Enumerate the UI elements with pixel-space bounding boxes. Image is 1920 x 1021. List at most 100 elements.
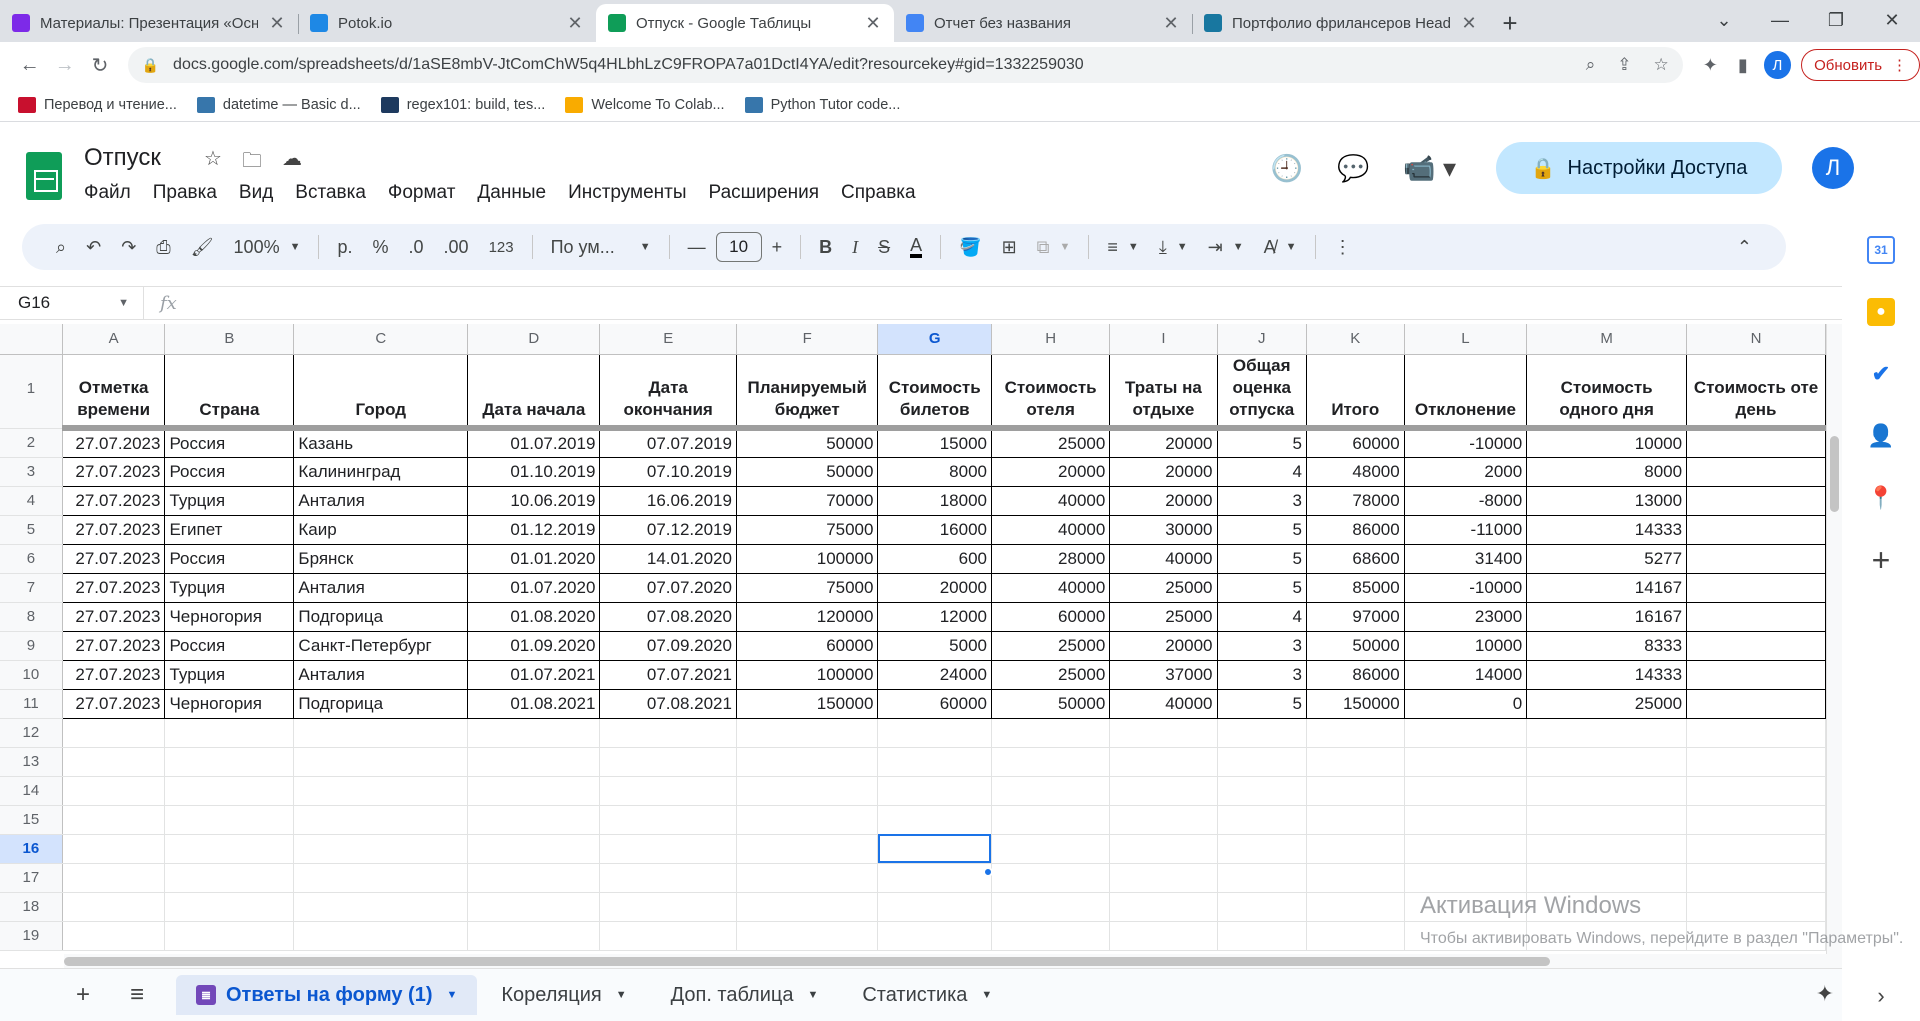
bold-icon[interactable]: B <box>809 231 842 263</box>
cell[interactable]: 16000 <box>877 515 992 545</box>
cell[interactable] <box>1217 747 1307 777</box>
font-select[interactable]: По ум... ▼ <box>541 231 661 263</box>
cell[interactable]: 01.10.2019 <box>467 457 601 487</box>
name-box[interactable]: G16 ▼ <box>0 286 144 320</box>
row-header[interactable]: 15 <box>0 805 63 835</box>
contacts-icon[interactable]: 👤 <box>1867 422 1895 450</box>
cell[interactable]: 60000 <box>991 602 1111 632</box>
explore-icon[interactable]: ✦ <box>1816 981 1834 1007</box>
cell[interactable]: 24000 <box>877 660 992 690</box>
cell[interactable] <box>62 834 166 864</box>
cell[interactable] <box>736 805 879 835</box>
row-header[interactable]: 13 <box>0 747 63 777</box>
cell[interactable]: 07.08.2021 <box>599 689 737 719</box>
chevron-down-icon[interactable]: ▼ <box>807 989 818 1001</box>
close-tab-icon[interactable]: ✕ <box>566 13 584 34</box>
cell[interactable]: 120000 <box>736 602 879 632</box>
browser-tab[interactable]: Портфолио фрилансеров Headh ✕ <box>1192 4 1490 42</box>
cell[interactable] <box>877 776 992 806</box>
cell[interactable] <box>1686 602 1826 632</box>
cell[interactable]: Анталия <box>293 573 469 603</box>
cell[interactable] <box>599 805 737 835</box>
cell[interactable] <box>293 747 469 777</box>
chevron-down-icon[interactable]: ▼ <box>981 989 992 1001</box>
header-cell[interactable]: Город <box>293 354 469 431</box>
cell[interactable]: 07.12.2019 <box>599 515 737 545</box>
cell[interactable]: 16167 <box>1526 602 1688 632</box>
column-header[interactable]: N <box>1686 324 1826 355</box>
cell[interactable] <box>991 776 1111 806</box>
star-icon[interactable]: ☆ <box>204 146 222 180</box>
cell[interactable]: 5 <box>1217 428 1307 458</box>
formula-input[interactable] <box>191 288 1842 318</box>
cell[interactable]: 18000 <box>877 486 992 516</box>
italic-icon[interactable]: I <box>842 231 868 263</box>
fill-color-icon[interactable]: 🪣 <box>949 231 991 263</box>
account-avatar[interactable]: Л <box>1812 147 1854 189</box>
cell[interactable] <box>1306 834 1405 864</box>
cell[interactable]: 14167 <box>1526 573 1688 603</box>
cell[interactable]: 150000 <box>736 689 879 719</box>
cell[interactable]: 27.07.2023 <box>62 544 166 574</box>
cell[interactable]: 15000 <box>877 428 992 458</box>
cell[interactable]: 40000 <box>991 573 1111 603</box>
cell[interactable]: Подгорица <box>293 689 469 719</box>
cell[interactable]: 20000 <box>991 457 1111 487</box>
strikethrough-icon[interactable]: S <box>868 231 900 263</box>
active-cell[interactable] <box>877 834 992 864</box>
cell[interactable] <box>991 747 1111 777</box>
cell[interactable]: Калининград <box>293 457 469 487</box>
cell[interactable] <box>991 863 1111 893</box>
omnibox[interactable]: 🔒 docs.google.com/spreadsheets/d/1aSE8mb… <box>127 47 1683 83</box>
cell[interactable]: 0 <box>1404 689 1528 719</box>
cell[interactable]: Брянск <box>293 544 469 574</box>
sheets-logo-icon[interactable] <box>26 152 62 200</box>
cell[interactable]: 10.06.2019 <box>467 486 601 516</box>
cell[interactable] <box>599 718 737 748</box>
cell[interactable] <box>736 834 879 864</box>
cell[interactable] <box>1404 718 1528 748</box>
row-header[interactable]: 1 <box>0 354 63 429</box>
cell[interactable] <box>1686 689 1826 719</box>
cell[interactable]: 25000 <box>991 428 1111 458</box>
cell[interactable] <box>1217 921 1307 951</box>
cell[interactable]: 3 <box>1217 486 1307 516</box>
close-tab-icon[interactable]: ✕ <box>268 13 286 34</box>
cell[interactable] <box>1306 921 1405 951</box>
percent-format-button[interactable]: % <box>363 231 399 263</box>
cell[interactable]: 70000 <box>736 486 879 516</box>
cell[interactable] <box>1404 747 1528 777</box>
cell[interactable] <box>164 834 295 864</box>
cell[interactable] <box>62 718 166 748</box>
cell[interactable]: 40000 <box>991 486 1111 516</box>
cell[interactable] <box>164 863 295 893</box>
row-header[interactable]: 16 <box>0 834 63 864</box>
cell[interactable] <box>164 747 295 777</box>
browser-tab[interactable]: Potok.io ✕ <box>298 4 596 42</box>
bookmark-item[interactable]: Python Tutor code... <box>744 96 900 113</box>
cell[interactable] <box>164 921 295 951</box>
cell[interactable]: -11000 <box>1404 515 1528 545</box>
currency-format-button[interactable]: р. <box>327 231 362 263</box>
cell[interactable]: 3 <box>1217 631 1307 661</box>
cell[interactable]: 85000 <box>1306 573 1405 603</box>
cell[interactable]: 150000 <box>1306 689 1405 719</box>
cell[interactable] <box>1217 776 1307 806</box>
header-cell[interactable]: Стоимость отеля <box>991 354 1111 431</box>
row-header[interactable]: 12 <box>0 718 63 748</box>
column-header[interactable]: D <box>467 324 601 355</box>
tasks-icon[interactable]: ✔ <box>1867 360 1895 388</box>
cell[interactable]: 86000 <box>1306 515 1405 545</box>
row-header[interactable]: 11 <box>0 689 63 719</box>
share-button[interactable]: 🔒 Настройки Доступа <box>1496 142 1782 194</box>
browser-tab[interactable]: Материалы: Презентация «Осн ✕ <box>0 4 298 42</box>
cell[interactable] <box>1109 776 1218 806</box>
cell[interactable]: 07.10.2019 <box>599 457 737 487</box>
cell[interactable] <box>1526 718 1688 748</box>
cell[interactable] <box>599 921 737 951</box>
cell[interactable]: 27.07.2023 <box>62 486 166 516</box>
cell[interactable] <box>1404 863 1528 893</box>
increase-font-size-icon[interactable]: + <box>762 231 793 263</box>
row-header[interactable]: 4 <box>0 486 63 516</box>
increase-decimal-button[interactable]: .00 <box>434 231 479 263</box>
